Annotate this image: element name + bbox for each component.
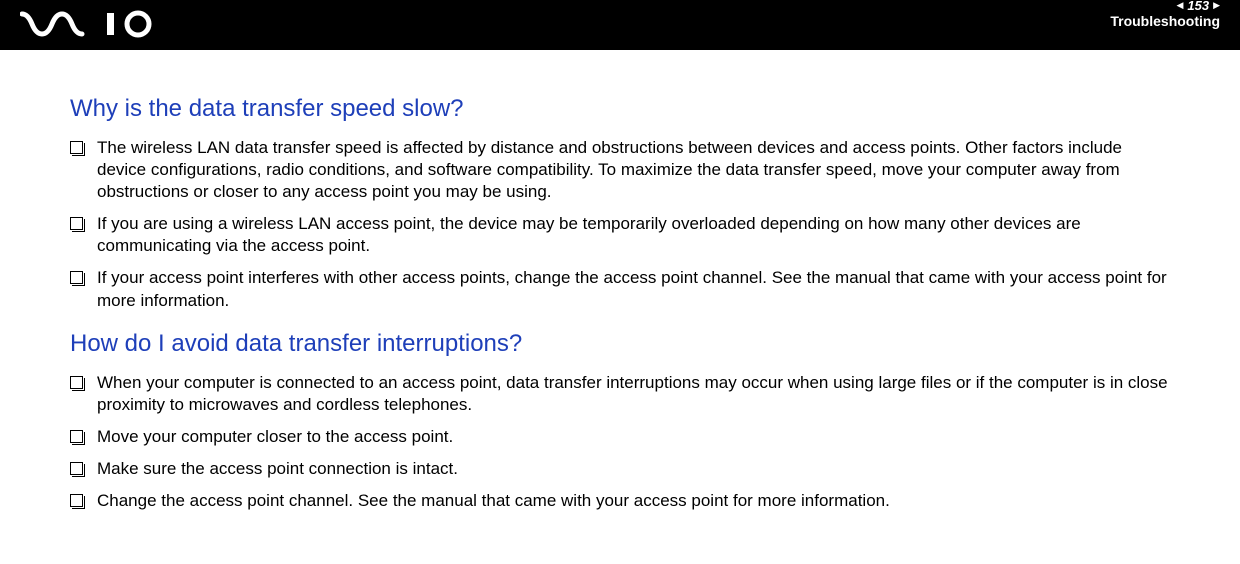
bullet-text: The wireless LAN data transfer speed is … bbox=[97, 137, 1170, 203]
vaio-logo bbox=[20, 10, 160, 40]
bullet-text: If you are using a wireless LAN access p… bbox=[97, 213, 1170, 257]
bullet-icon bbox=[70, 376, 83, 389]
bullet-icon bbox=[70, 141, 83, 154]
bullet-icon bbox=[70, 217, 83, 230]
section-heading-2: How do I avoid data transfer interruptio… bbox=[70, 330, 1170, 358]
list-item: When your computer is connected to an ac… bbox=[70, 372, 1170, 416]
list-item: If you are using a wireless LAN access p… bbox=[70, 213, 1170, 257]
bullet-text: If your access point interferes with oth… bbox=[97, 267, 1170, 311]
bullet-text: Move your computer closer to the access … bbox=[97, 426, 453, 448]
bullet-text: When your computer is connected to an ac… bbox=[97, 372, 1170, 416]
list-item: If your access point interferes with oth… bbox=[70, 267, 1170, 311]
page-navigation: ◀ 153 ▶ Troubleshooting bbox=[1110, 0, 1220, 29]
section-title: Troubleshooting bbox=[1110, 13, 1220, 29]
bullet-list-2: When your computer is connected to an ac… bbox=[70, 372, 1170, 512]
list-item: The wireless LAN data transfer speed is … bbox=[70, 137, 1170, 203]
list-item: Change the access point channel. See the… bbox=[70, 490, 1170, 512]
prev-page-arrow-icon[interactable]: ◀ bbox=[1176, 0, 1183, 11]
page-number: 153 bbox=[1187, 0, 1209, 13]
page-content: Why is the data transfer speed slow? The… bbox=[0, 50, 1240, 512]
list-item: Move your computer closer to the access … bbox=[70, 426, 1170, 448]
bullet-icon bbox=[70, 494, 83, 507]
header-bar: ◀ 153 ▶ Troubleshooting bbox=[0, 0, 1240, 50]
bullet-text: Change the access point channel. See the… bbox=[97, 490, 890, 512]
bullet-icon bbox=[70, 462, 83, 475]
next-page-arrow-icon[interactable]: ▶ bbox=[1213, 0, 1220, 11]
list-item: Make sure the access point connection is… bbox=[70, 458, 1170, 480]
section-heading-1: Why is the data transfer speed slow? bbox=[70, 95, 1170, 123]
bullet-icon bbox=[70, 430, 83, 443]
bullet-list-1: The wireless LAN data transfer speed is … bbox=[70, 137, 1170, 312]
bullet-icon bbox=[70, 271, 83, 284]
bullet-text: Make sure the access point connection is… bbox=[97, 458, 458, 480]
